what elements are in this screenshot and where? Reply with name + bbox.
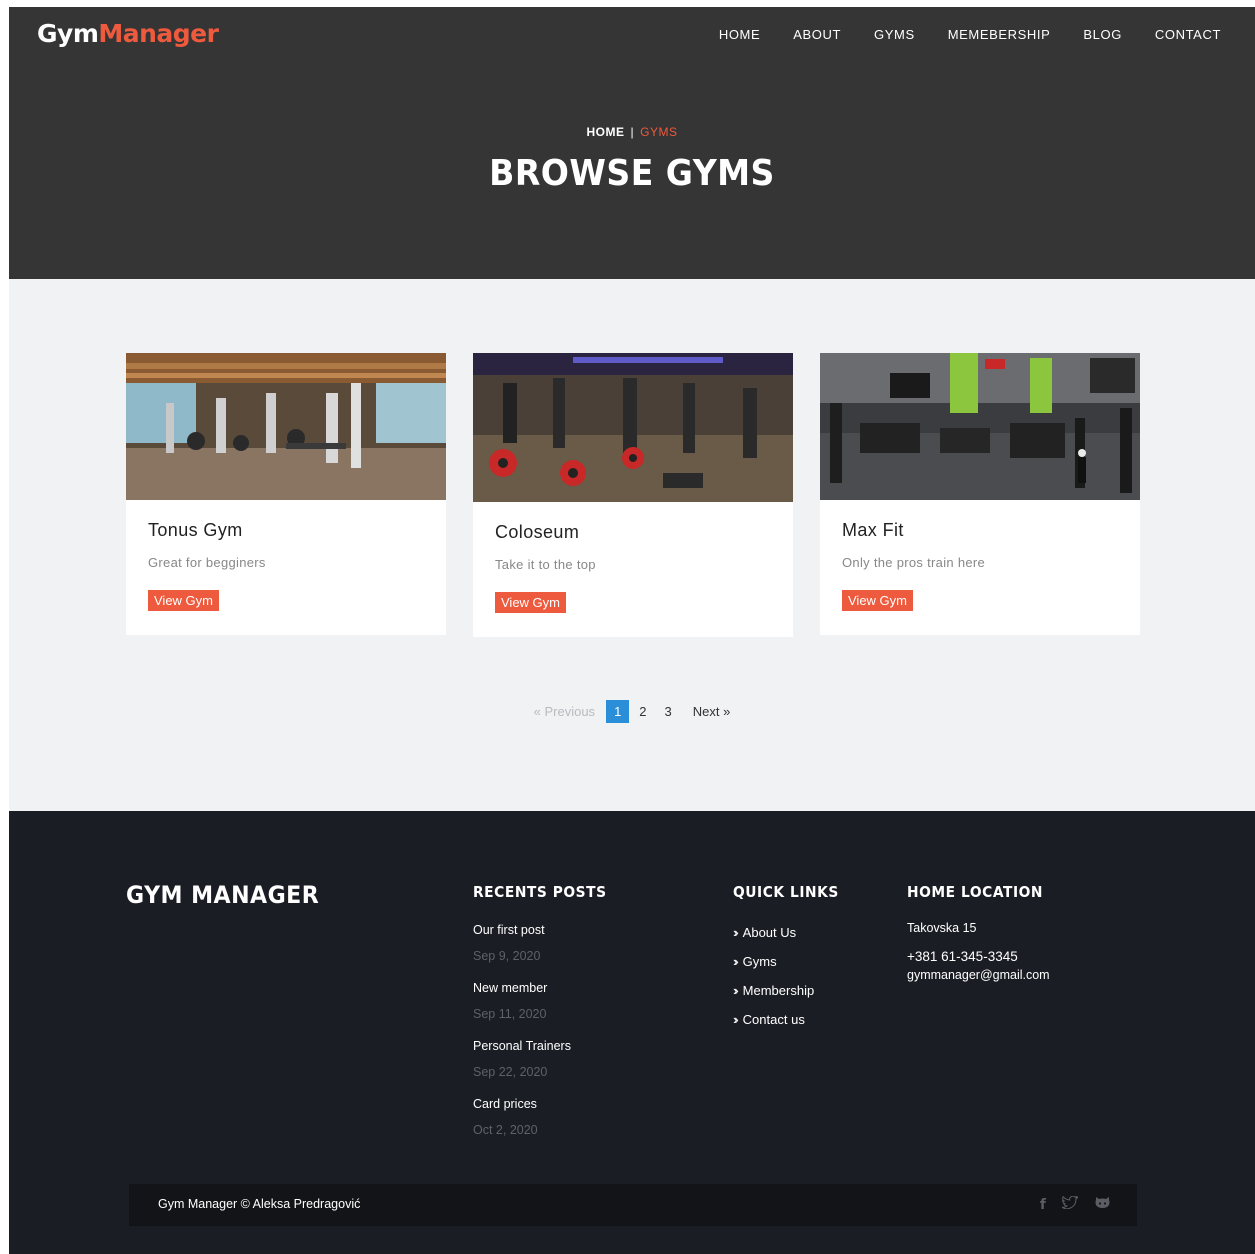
nav-home[interactable]: HOME (719, 27, 760, 42)
view-gym-button[interactable]: View Gym (148, 590, 219, 611)
quick-links-title: QUICK LINKS (733, 883, 839, 901)
breadcrumb-current: GYMS (640, 125, 678, 139)
post-title[interactable]: Our first post (473, 923, 618, 937)
phone-number[interactable]: +381 61-345-3345 (907, 949, 1055, 964)
post-item[interactable]: Our first post Sep 9, 2020 (473, 923, 618, 963)
post-item[interactable]: Personal Trainers Sep 22, 2020 (473, 1039, 618, 1079)
breadcrumb-separator: | (630, 125, 635, 139)
nav-blog[interactable]: BLOG (1083, 27, 1122, 42)
gym-tagline: Great for begginers (148, 555, 266, 570)
double-chevron-right-icon: ›› (733, 954, 738, 969)
gym-card-tonus: Tonus Gym Great for begginers View Gym (126, 353, 446, 635)
github-icon[interactable] (1094, 1196, 1111, 1213)
post-item[interactable]: Card prices Oct 2, 2020 (473, 1097, 618, 1137)
post-title[interactable]: Personal Trainers (473, 1039, 618, 1053)
nav-gyms[interactable]: GYMS (874, 27, 915, 42)
copyright-bar: Gym Manager © Aleksa Predragović f (129, 1184, 1137, 1226)
hero-header: GymManager HOME ABOUT GYMS MEMEBERSHIP B… (9, 7, 1255, 279)
nav-about[interactable]: ABOUT (793, 27, 841, 42)
nav-contact[interactable]: CONTACT (1155, 27, 1221, 42)
quick-link-label[interactable]: Membership (743, 983, 815, 998)
post-date: Oct 2, 2020 (473, 1123, 538, 1137)
pagination-next[interactable]: Next » (693, 704, 731, 719)
recent-posts-title: RECENTS POSTS (473, 883, 607, 901)
home-location-title: HOME LOCATION (907, 883, 1044, 901)
quick-link-about[interactable]: ›› About Us (733, 925, 848, 940)
page: GymManager HOME ABOUT GYMS MEMEBERSHIP B… (9, 7, 1255, 1254)
gym-photo-tonus[interactable] (126, 353, 446, 500)
quick-link-gyms[interactable]: ›› Gyms (733, 954, 848, 969)
gym-name: Tonus Gym (148, 520, 243, 540)
copyright-text: Gym Manager © Aleksa Predragović (158, 1197, 361, 1211)
gym-photo-coloseum[interactable] (473, 353, 793, 502)
logo-manager-text: Manager (98, 19, 219, 48)
gym-photo-maxfit[interactable] (820, 353, 1140, 500)
footer-brand: GYM MANAGER (126, 881, 320, 909)
quick-link-membership[interactable]: ›› Membership (733, 983, 848, 998)
page-title: BROWSE GYMS (489, 153, 775, 194)
quick-link-label[interactable]: Contact us (743, 1012, 805, 1027)
quick-link-contact[interactable]: ›› Contact us (733, 1012, 848, 1027)
pagination: « Previous 1 2 3 Next » (9, 700, 1255, 723)
nav-membership[interactable]: MEMEBERSHIP (948, 27, 1051, 42)
post-item[interactable]: New member Sep 11, 2020 (473, 981, 618, 1021)
post-date: Sep 9, 2020 (473, 949, 541, 963)
main-nav: HOME ABOUT GYMS MEMEBERSHIP BLOG CONTACT (686, 27, 1221, 42)
quick-link-label[interactable]: Gyms (743, 954, 777, 969)
post-date: Sep 22, 2020 (473, 1065, 548, 1079)
gym-name: Max Fit (842, 520, 904, 540)
recent-posts: RECENTS POSTS Our first post Sep 9, 2020… (473, 883, 618, 1137)
double-chevron-right-icon: ›› (733, 925, 738, 940)
breadcrumb: HOME | GYMS (9, 125, 1255, 139)
view-gym-button[interactable]: View Gym (842, 590, 913, 611)
pagination-previous[interactable]: « Previous (534, 704, 595, 719)
gym-name: Coloseum (495, 522, 580, 542)
gym-tagline: Only the pros train here (842, 555, 986, 570)
gym-card-body: Coloseum Take it to the top View Gym (473, 502, 793, 637)
double-chevron-right-icon: ›› (733, 983, 738, 998)
facebook-icon[interactable]: f (1040, 1197, 1046, 1213)
footer: GYM MANAGER RECENTS POSTS Our first post… (9, 811, 1255, 1254)
site-logo[interactable]: GymManager (37, 19, 219, 48)
gym-card-maxfit: Max Fit Only the pros train here View Gy… (820, 353, 1140, 635)
quick-links: QUICK LINKS ›› About Us ›› Gyms ›› Membersh… (733, 883, 848, 1041)
post-title[interactable]: Card prices (473, 1097, 618, 1111)
social-links: f (1040, 1194, 1111, 1213)
address: Takovska 15 (907, 921, 977, 935)
page-3-button[interactable]: 3 (657, 700, 680, 723)
gym-tagline: Take it to the top (495, 557, 596, 572)
quick-link-label[interactable]: About Us (743, 925, 796, 940)
page-1-button[interactable]: 1 (606, 700, 630, 723)
gyms-section: Tonus Gym Great for begginers View Gym C… (9, 279, 1255, 811)
breadcrumb-home[interactable]: HOME (587, 125, 625, 139)
twitter-icon[interactable] (1061, 1194, 1079, 1213)
page-2-button[interactable]: 2 (631, 700, 654, 723)
gym-card-body: Max Fit Only the pros train here View Gy… (820, 500, 1140, 635)
gym-card-coloseum: Coloseum Take it to the top View Gym (473, 353, 793, 637)
gym-card-body: Tonus Gym Great for begginers View Gym (126, 500, 446, 635)
email-address[interactable]: gymmanager@gmail.com (907, 968, 1055, 982)
double-chevron-right-icon: ›› (733, 1012, 738, 1027)
post-title[interactable]: New member (473, 981, 618, 995)
logo-gym-text: Gym (37, 19, 99, 48)
home-location: HOME LOCATION Takovska 15 +381 61-345-33… (907, 883, 1055, 982)
quick-links-list: ›› About Us ›› Gyms ›› Membership ›› Contact… (733, 925, 848, 1027)
view-gym-button[interactable]: View Gym (495, 592, 566, 613)
post-date: Sep 11, 2020 (473, 1007, 547, 1021)
